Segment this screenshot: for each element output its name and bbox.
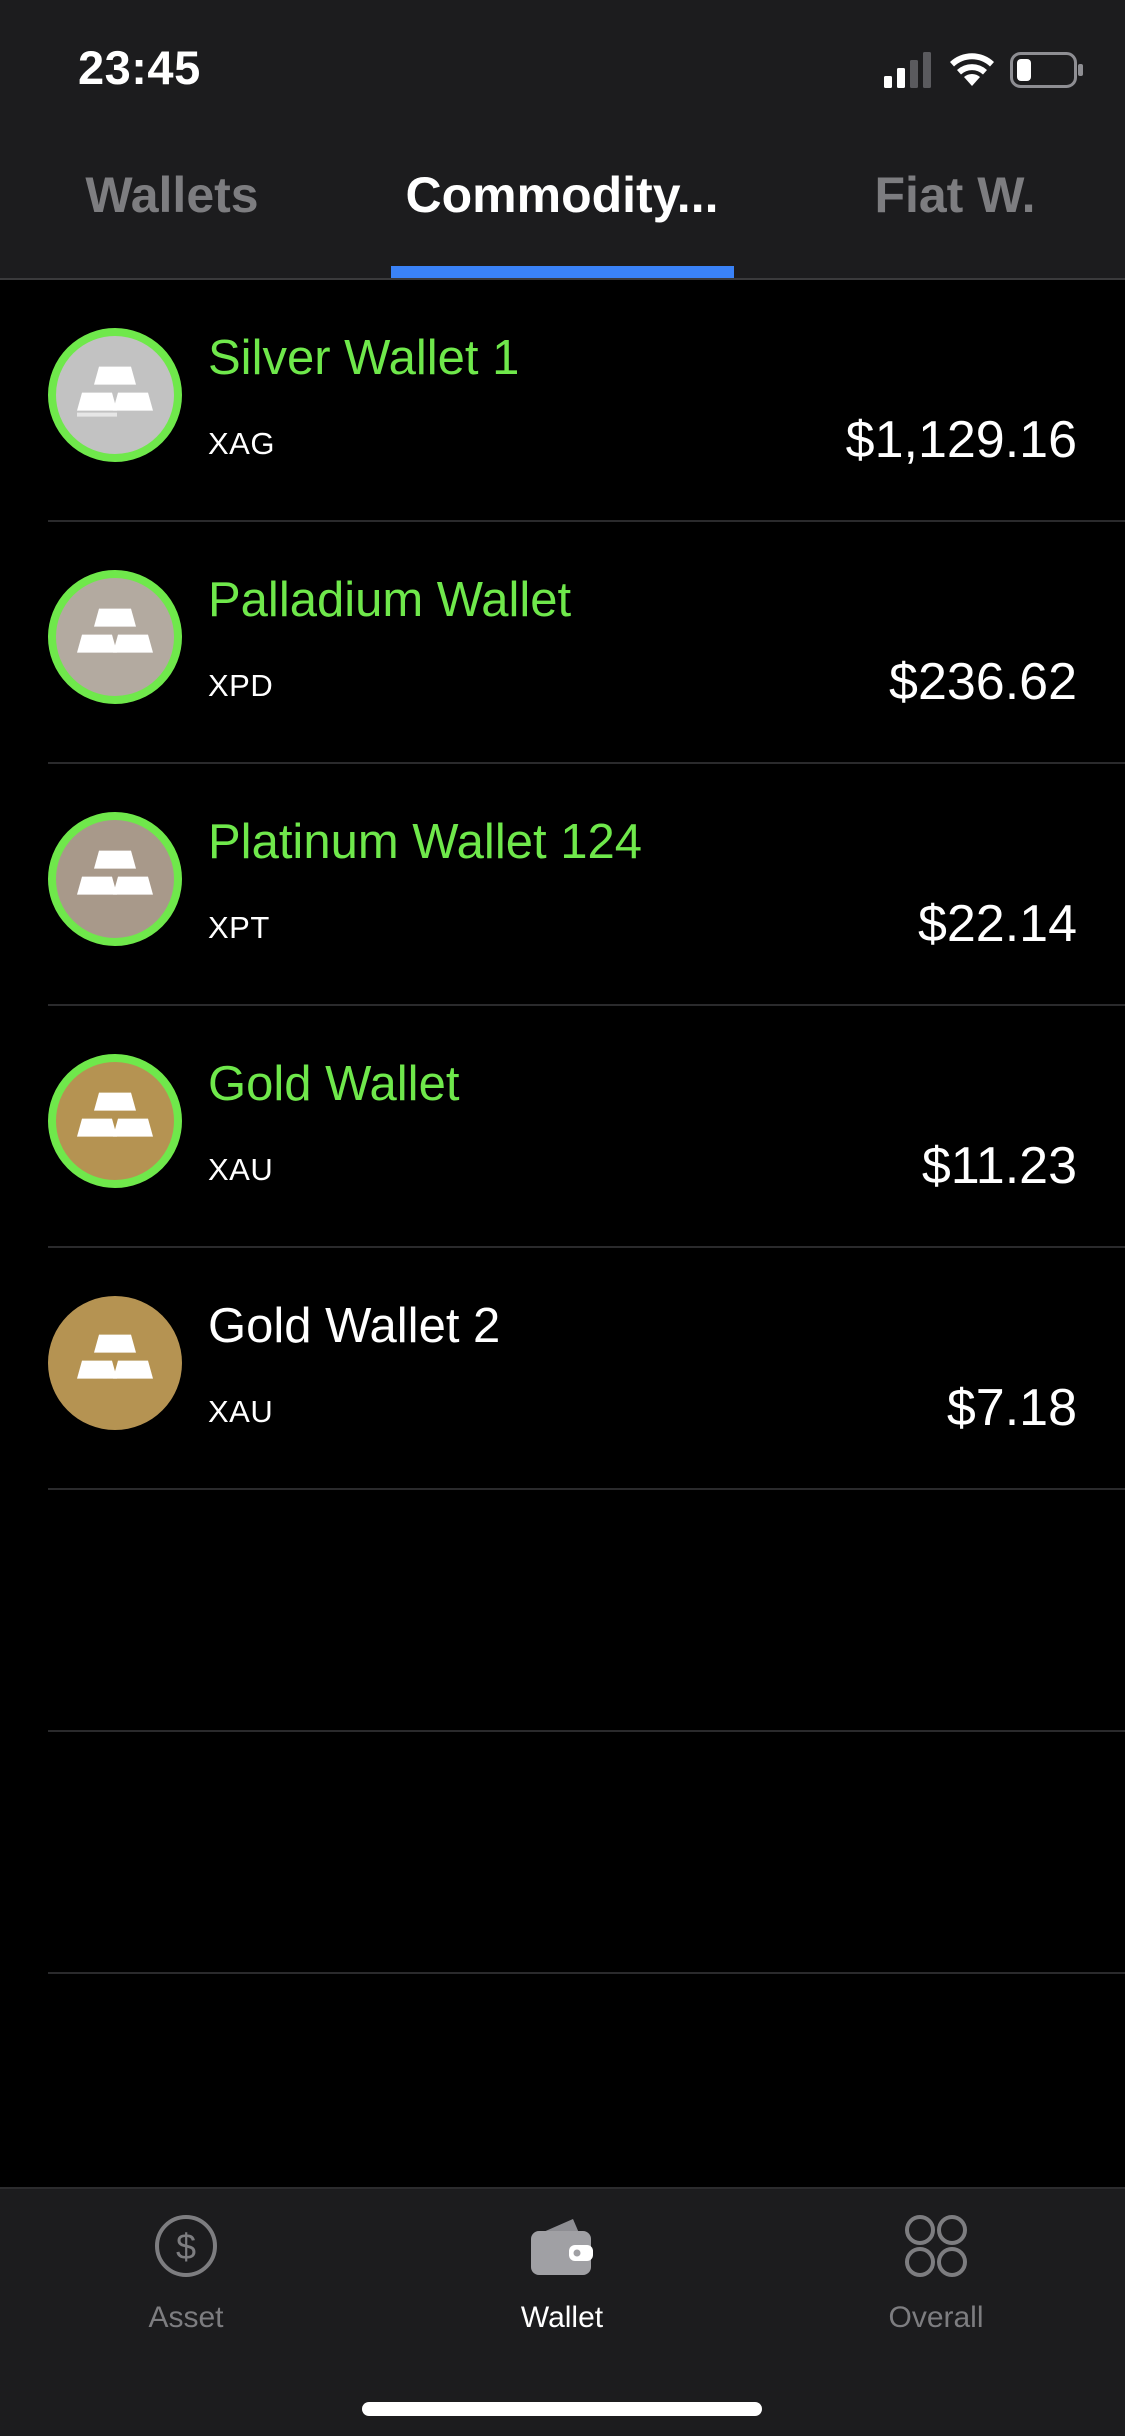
svg-text:$: $ (176, 2226, 196, 2267)
tab-overall[interactable]: Overall (836, 2211, 1036, 2335)
battery-icon (1010, 52, 1083, 88)
tab-wallets[interactable]: Wallets (60, 166, 284, 226)
wallet-name: Silver Wallet 1 (208, 331, 520, 385)
wallet-name: Gold Wallet 2 (208, 1299, 501, 1353)
empty-list-row (48, 1490, 1125, 1732)
wallet-currency-code: XAG (208, 426, 275, 461)
wallet-row[interactable]: Palladium Wallet XPD $236.62 (48, 522, 1125, 764)
gold-bars-icon (48, 1054, 182, 1188)
wallet-currency-code: XPT (208, 910, 270, 945)
tab-overall-label: Overall (888, 2301, 984, 2334)
tab-commodity-wallets[interactable]: Commodity... (390, 166, 734, 226)
wallet-balance: $1,129.16 (845, 411, 1077, 469)
wallet-name: Platinum Wallet 124 (208, 815, 642, 869)
wallet-balance: $22.14 (917, 895, 1077, 953)
palladium-bars-icon (48, 570, 182, 704)
wallet-row[interactable]: Gold Wallet 2 XAU $7.18 (48, 1248, 1125, 1490)
gold-bars-icon (48, 1296, 182, 1430)
wallet-balance: $11.23 (921, 1137, 1077, 1195)
wallet-balance: $236.62 (889, 653, 1077, 711)
wallet-row[interactable]: Platinum Wallet 124 XPT $22.14 (48, 764, 1125, 1006)
cellular-signal-icon (884, 52, 931, 88)
wallet-currency-code: XAU (208, 1394, 274, 1429)
dollar-circle-icon: $ (155, 2215, 217, 2277)
status-time: 23:45 (78, 41, 201, 94)
status-bar: 23:45 (0, 0, 1125, 136)
tab-asset[interactable]: $ Asset (86, 2211, 286, 2335)
top-tab-bar: Wallets Commodity... Fiat W. (0, 136, 1125, 280)
active-tab-indicator (391, 266, 734, 278)
wifi-icon (950, 53, 994, 86)
wallet-list: Silver Wallet 1 XAG $1,129.16 Palladium … (0, 280, 1125, 1974)
tab-wallet[interactable]: Wallet (462, 2211, 662, 2335)
wallet-balance: $7.18 (946, 1379, 1077, 1437)
silver-bars-icon (48, 328, 182, 462)
wallet-currency-code: XAU (208, 1152, 274, 1187)
platinum-bars-icon (48, 812, 182, 946)
bottom-tab-bar: $ Asset Wallet Overall (0, 2187, 1125, 2436)
wallet-row[interactable]: Gold Wallet XAU $11.23 (48, 1006, 1125, 1248)
wallet-row[interactable]: Silver Wallet 1 XAG $1,129.16 (48, 280, 1125, 522)
wallet-name: Gold Wallet (208, 1057, 460, 1111)
empty-list-row (48, 1732, 1125, 1974)
wallet-icon (531, 2219, 593, 2275)
tab-fiat-wallets[interactable]: Fiat W. (860, 166, 1050, 226)
tab-wallet-label: Wallet (520, 2301, 604, 2334)
wallet-currency-code: XPD (208, 668, 274, 703)
tab-asset-label: Asset (148, 2301, 224, 2334)
home-indicator[interactable] (362, 2402, 762, 2416)
grid-circles-icon (905, 2215, 967, 2277)
wallet-name: Palladium Wallet (208, 573, 572, 627)
